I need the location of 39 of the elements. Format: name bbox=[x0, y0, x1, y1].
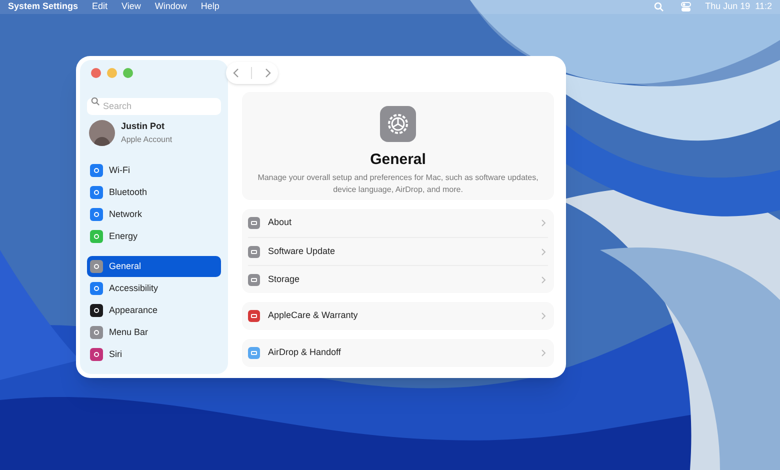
account-subtitle: Apple Account bbox=[121, 134, 172, 146]
page-description: Manage your overall setup and preferences for Mac, such as software updates, device language, AirDrop, and more. bbox=[256, 172, 540, 196]
chevron-icon bbox=[541, 349, 546, 357]
settings-row[interactable]: Software Update bbox=[248, 237, 548, 265]
sidebar-item[interactable]: Bluetooth bbox=[87, 182, 221, 203]
menu-item[interactable]: View bbox=[122, 0, 141, 14]
settings-row[interactable]: AirDrop & Handoff bbox=[248, 339, 548, 367]
search-icon[interactable] bbox=[654, 2, 664, 12]
settings-row[interactable]: AppleCare & Warranty bbox=[248, 302, 548, 330]
avatar[interactable] bbox=[89, 120, 115, 146]
sidebar-item[interactable]: Accessibility bbox=[87, 278, 221, 299]
settings-row[interactable]: About bbox=[248, 209, 548, 237]
control-center-icon[interactable] bbox=[681, 2, 692, 12]
sidebar-item[interactable]: Wi-Fi bbox=[87, 160, 221, 181]
search-icon bbox=[91, 97, 100, 106]
search-field[interactable]: Search bbox=[87, 98, 221, 114]
back-icon[interactable] bbox=[232, 68, 240, 78]
close-button[interactable] bbox=[91, 68, 101, 78]
sidebar-item[interactable]: Network bbox=[87, 204, 221, 225]
chevron-icon bbox=[541, 248, 546, 256]
sidebar-item[interactable]: Energy bbox=[87, 226, 221, 247]
gear-icon bbox=[380, 106, 416, 142]
account-name: Justin Pot bbox=[121, 120, 166, 134]
sidebar-item[interactable]: General bbox=[87, 256, 221, 277]
forward-icon[interactable] bbox=[264, 68, 272, 78]
zoom-button[interactable] bbox=[123, 68, 133, 78]
settings-row[interactable]: Storage bbox=[248, 265, 548, 293]
menu-item[interactable]: Window bbox=[154, 0, 187, 14]
chevron-icon bbox=[541, 312, 546, 320]
page-title: General bbox=[370, 150, 426, 170]
menu-item[interactable]: Help bbox=[200, 0, 220, 14]
sidebar-item[interactable]: Appearance bbox=[87, 300, 221, 321]
app-menu[interactable]: System Settings bbox=[8, 0, 78, 14]
sidebar-item[interactable]: Siri bbox=[87, 344, 221, 365]
chevron-icon bbox=[541, 276, 546, 284]
chevron-icon bbox=[541, 219, 546, 227]
menu-item[interactable]: Edit bbox=[92, 0, 108, 14]
sidebar-item[interactable]: Menu Bar bbox=[87, 322, 221, 343]
minimize-button[interactable] bbox=[107, 68, 117, 78]
